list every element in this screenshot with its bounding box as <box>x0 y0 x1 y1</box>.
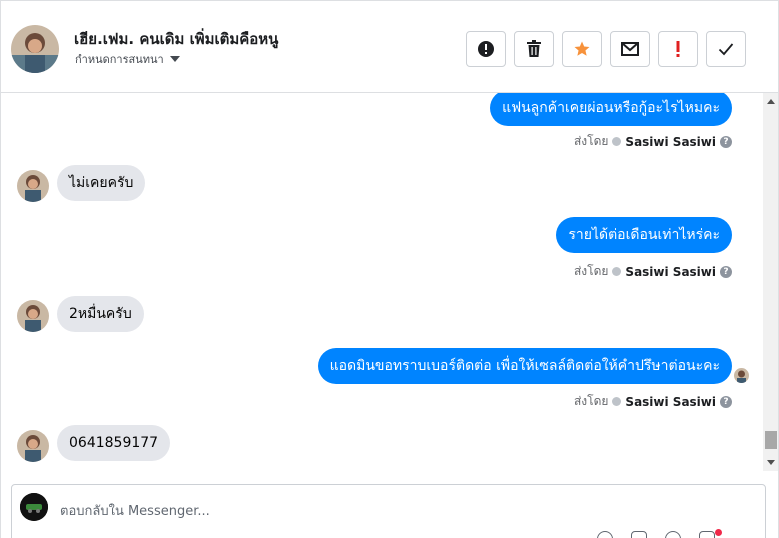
image-icon[interactable] <box>631 531 647 538</box>
sent-by-label: ส่งโดย <box>573 134 609 148</box>
contact-avatar-small[interactable] <box>17 170 49 202</box>
contact-name[interactable]: เฮีย.เฟม. คนเดิม เพิ่มเติมคือหนู <box>74 27 278 51</box>
verified-dot-icon <box>612 397 622 406</box>
help-icon[interactable]: ? <box>720 395 732 408</box>
help-icon[interactable]: ? <box>720 135 732 148</box>
sent-by-line: ส่งโดย Sasiwi Sasiwi ? <box>574 392 732 411</box>
sender-name[interactable]: Sasiwi Sasiwi <box>625 265 716 279</box>
reply-composer[interactable]: ตอบกลับใน Messenger... <box>11 484 766 538</box>
sent-by-label: ส่งโดย <box>573 264 609 278</box>
scroll-thumb[interactable] <box>765 431 777 449</box>
reply-input-placeholder[interactable]: ตอบกลับใน Messenger... <box>60 500 210 521</box>
delete-button[interactable] <box>514 31 554 67</box>
sender-name[interactable]: Sasiwi Sasiwi <box>625 135 716 149</box>
contact-avatar-small[interactable] <box>17 430 49 462</box>
notification-dot <box>715 529 722 536</box>
check-icon <box>718 43 734 56</box>
messenger-window: เฮีย.เฟม. คนเดิม เพิ่มเติมคือหนู กำหนดกา… <box>0 0 779 538</box>
exclamation-icon <box>676 41 680 57</box>
star-button[interactable] <box>562 31 602 67</box>
incoming-message[interactable]: 0641859177 <box>57 425 171 461</box>
page-avatar <box>20 493 48 521</box>
message-list[interactable]: แฟนลูกค้าเคยผ่อนหรือกู้อะไรไหมคะ ส่งโดย … <box>1 93 763 471</box>
incoming-message[interactable]: ไม่เคยครับ <box>57 165 146 201</box>
trash-icon <box>527 40 541 57</box>
done-button[interactable] <box>706 31 746 67</box>
outgoing-message[interactable]: รายได้ต่อเดือนเท่าไหร่คะ <box>556 217 732 253</box>
attachment-icon[interactable] <box>699 531 715 538</box>
scroll-up-arrow-icon[interactable] <box>767 99 775 104</box>
caret-down-icon <box>169 56 180 62</box>
contact-avatar-small[interactable] <box>17 300 49 332</box>
verified-dot-icon <box>612 137 622 146</box>
emoji-icon[interactable] <box>597 531 613 538</box>
verified-dot-icon <box>612 267 622 276</box>
seen-avatar <box>734 368 749 383</box>
sent-by-label: ส่งโดย <box>573 394 609 408</box>
spam-button[interactable] <box>466 31 506 67</box>
incoming-message[interactable]: 2หมื่นครับ <box>57 296 144 332</box>
message-scrollbar[interactable] <box>763 93 779 471</box>
important-button[interactable] <box>658 31 698 67</box>
unread-button[interactable] <box>610 31 650 67</box>
sticker-icon[interactable] <box>665 531 681 538</box>
contact-avatar[interactable] <box>11 25 59 73</box>
envelope-icon <box>621 42 639 56</box>
sender-name[interactable]: Sasiwi Sasiwi <box>625 395 716 409</box>
alert-circle-icon <box>478 41 494 57</box>
conversation-schedule-label: กำหนดการสนทนา <box>75 53 164 66</box>
composer-tools <box>597 531 715 538</box>
star-icon <box>574 41 590 56</box>
outgoing-message[interactable]: แฟนลูกค้าเคยผ่อนหรือกู้อะไรไหมคะ <box>490 93 732 126</box>
conversation-schedule-dropdown[interactable]: กำหนดการสนทนา <box>75 50 180 68</box>
sent-by-line: ส่งโดย Sasiwi Sasiwi ? <box>574 262 732 281</box>
header-actions <box>466 31 746 67</box>
outgoing-message[interactable]: แอดมินขอทราบเบอร์ติดต่อ เพื่อให้เซลล์ติด… <box>317 348 732 384</box>
sent-by-line: ส่งโดย Sasiwi Sasiwi ? <box>574 132 732 151</box>
help-icon[interactable]: ? <box>720 265 732 278</box>
conversation-header: เฮีย.เฟม. คนเดิม เพิ่มเติมคือหนู กำหนดกา… <box>1 0 779 93</box>
scroll-down-arrow-icon[interactable] <box>767 460 775 465</box>
